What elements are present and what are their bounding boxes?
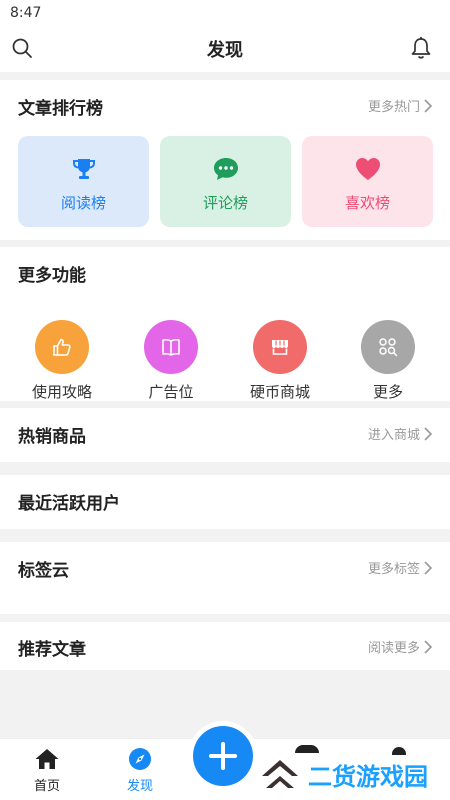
rank-like-button[interactable]: 喜欢榜: [302, 136, 433, 227]
nav-discover-label: 发现: [126, 779, 153, 794]
ranking-title: 文章排行榜: [18, 99, 103, 119]
trophy-icon: [18, 156, 149, 182]
tag-cloud-more-link[interactable]: 更多标签: [368, 558, 432, 577]
nav-discover-tab[interactable]: 发现: [100, 747, 180, 797]
recommended-more-label: 阅读更多: [367, 641, 420, 656]
store-icon: [253, 320, 307, 374]
tag-cloud-more-label: 更多标签: [367, 562, 420, 577]
active-users-card: 最近活跃用户: [0, 475, 450, 529]
func-more-button[interactable]: 更多: [338, 320, 438, 401]
chevron-right-icon: [424, 98, 432, 113]
ranking-more-link[interactable]: 更多热门: [368, 96, 432, 115]
rank-comment-button[interactable]: 评论榜: [160, 136, 291, 227]
hot-products-more-label: 进入商城: [367, 428, 420, 443]
bell-icon[interactable]: [407, 34, 435, 62]
hot-products-more-link[interactable]: 进入商城: [368, 424, 432, 443]
recommended-card: 推荐文章 阅读更多: [0, 622, 450, 670]
hot-products-card: 热销商品 进入商城: [0, 408, 450, 462]
plus-icon: [209, 742, 237, 770]
func-guide-button[interactable]: 使用攻略: [12, 320, 112, 401]
watermark-logo-icon: [262, 760, 298, 788]
functions-title: 更多功能: [18, 266, 86, 286]
ranking-more-label: 更多热门: [367, 100, 420, 115]
func-guide-label: 使用攻略: [31, 383, 92, 401]
watermark-text: 二货游戏园: [308, 762, 428, 791]
rank-comment-label: 评论榜: [202, 194, 248, 212]
book-icon: [144, 320, 198, 374]
rank-read-button[interactable]: 阅读榜: [18, 136, 149, 227]
grid-search-icon: [361, 320, 415, 374]
active-users-title: 最近活跃用户: [18, 494, 120, 514]
nav-home-tab[interactable]: 首页: [7, 747, 87, 797]
rank-like-label: 喜欢榜: [344, 194, 390, 212]
func-coin-mall-label: 硬币商城: [249, 383, 310, 401]
nav-home-label: 首页: [33, 779, 60, 794]
compass-icon: [100, 747, 180, 771]
hot-products-title: 热销商品: [18, 427, 86, 447]
chevron-right-icon: [424, 426, 432, 441]
tag-cloud-card: 标签云 更多标签: [0, 542, 450, 614]
status-bar: 8:47: [0, 0, 450, 26]
status-time: 8:47: [10, 5, 42, 21]
chevron-right-icon: [424, 639, 432, 654]
home-icon: [7, 747, 87, 771]
func-coin-mall-button[interactable]: 硬币商城: [230, 320, 330, 401]
func-ads-button[interactable]: 广告位: [121, 320, 221, 401]
chevron-right-icon: [424, 560, 432, 575]
functions-card: 更多功能 使用攻略 广告位 硬币商城 更多: [0, 247, 450, 401]
add-post-button[interactable]: [193, 726, 253, 786]
comment-bubble-icon: [160, 156, 291, 182]
heart-icon: [302, 156, 433, 182]
page-title: 发现: [207, 40, 243, 61]
top-bar: 发现: [0, 26, 450, 72]
ranking-card: 文章排行榜 更多热门 阅读榜 评论榜 喜欢榜: [0, 80, 450, 240]
thumbs-up-icon: [35, 320, 89, 374]
func-ads-label: 广告位: [148, 383, 194, 401]
tag-cloud-title: 标签云: [18, 561, 69, 581]
recommended-title: 推荐文章: [18, 640, 86, 660]
rank-read-label: 阅读榜: [60, 194, 106, 212]
watermark: 二货游戏园: [258, 752, 428, 796]
func-more-label: 更多: [372, 383, 403, 401]
recommended-more-link[interactable]: 阅读更多: [368, 637, 432, 656]
